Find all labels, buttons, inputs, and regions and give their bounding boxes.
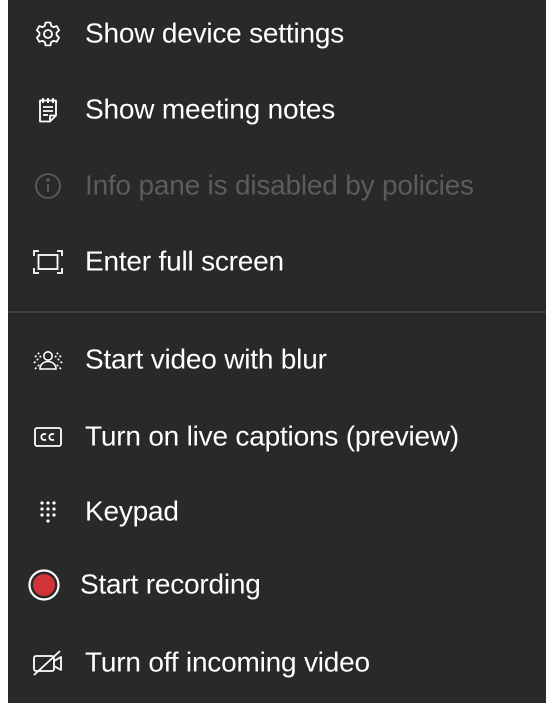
menu-item-label: Show device settings — [85, 17, 345, 49]
keypad-icon — [30, 494, 66, 530]
menu-item-label: Show meeting notes — [85, 93, 336, 125]
record-icon — [26, 567, 62, 603]
gear-icon — [30, 16, 66, 52]
menu-item-turn-off-incoming-video[interactable]: Turn off incoming video — [8, 631, 546, 695]
menu-item-turn-on-live-captions[interactable]: Turn on live captions (preview) — [8, 405, 546, 469]
menu-item-label: Start recording — [80, 568, 261, 600]
menu-item-label: Info pane is disabled by policies — [85, 169, 474, 201]
blur-background-icon — [30, 342, 66, 378]
video-off-icon — [30, 645, 66, 681]
fullscreen-icon — [30, 244, 66, 280]
menu-item-label: Start video with blur — [85, 343, 327, 375]
menu-item-show-meeting-notes[interactable]: Show meeting notes — [8, 78, 546, 142]
closed-captions-icon — [30, 419, 66, 455]
menu-item-show-device-settings[interactable]: Show device settings — [8, 2, 546, 66]
menu-item-label: Keypad — [85, 495, 179, 527]
menu-item-label: Turn on live captions (preview) — [85, 420, 460, 452]
menu-item-label: Turn off incoming video — [85, 646, 370, 678]
meeting-more-options-menu: Show device settings Show meeting notes … — [8, 0, 546, 703]
notes-icon — [30, 92, 66, 128]
menu-item-start-recording[interactable]: Start recording — [8, 553, 546, 617]
menu-divider — [8, 311, 546, 313]
menu-item-enter-full-screen[interactable]: Enter full screen — [8, 230, 546, 294]
info-icon — [30, 168, 66, 204]
menu-item-start-video-with-blur[interactable]: Start video with blur — [8, 328, 546, 392]
menu-item-info-pane-disabled: Info pane is disabled by policies — [8, 154, 546, 218]
menu-item-keypad[interactable]: Keypad — [8, 480, 546, 544]
menu-item-label: Enter full screen — [85, 245, 284, 277]
